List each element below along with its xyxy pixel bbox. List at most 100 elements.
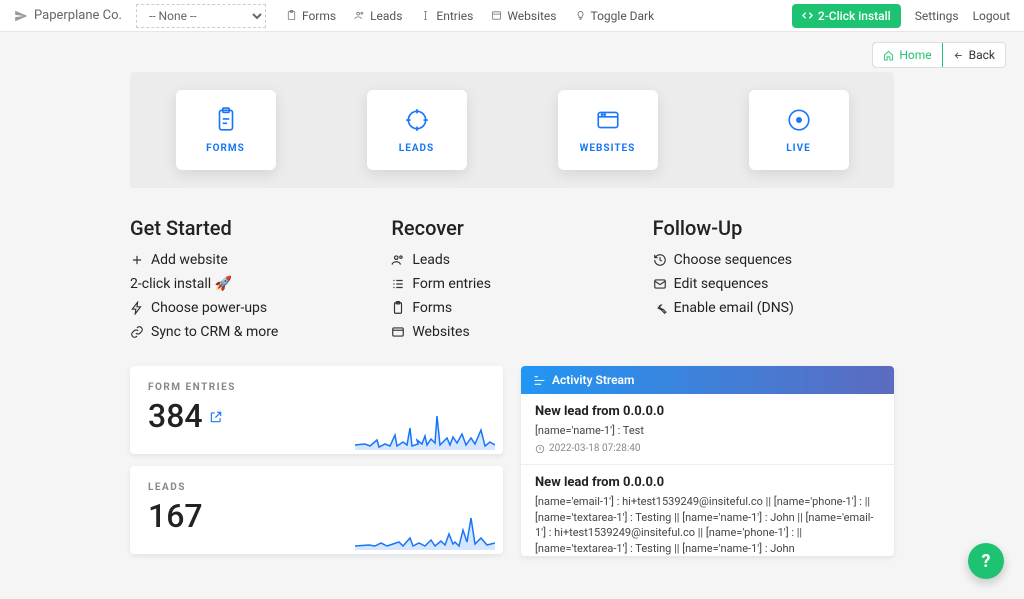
link-label: Leads [412,252,450,268]
hero-live[interactable]: LIVE [749,90,849,170]
activity-item-title: New lead from 0.0.0.0 [535,475,880,490]
plus-icon [130,253,144,267]
quick-links-columns: Get Started Add website 2-click install … [130,216,894,348]
users-icon [354,10,365,21]
hero-tiles: FORMS LEADS WEBSITES LIVE [130,72,894,188]
activity-item-body: [name='name-1'] : Test [535,423,880,438]
text-cursor-icon [420,10,431,21]
activity-item-title: New lead from 0.0.0.0 [535,404,880,419]
bolt-icon [130,301,144,315]
top-nav: Paperplane Co. -- None -- Forms Leads En… [0,0,1024,32]
link-edit-sequences[interactable]: Edit sequences [653,276,894,292]
mail-icon [653,277,667,291]
nav-item-label: Entries [436,9,473,23]
record-icon [786,107,812,133]
home-icon [883,50,894,61]
brand-text: Paperplane Co. [34,8,122,23]
site-select[interactable]: -- None -- [136,4,266,28]
clipboard-icon [391,301,405,315]
stat-form-entries[interactable]: FORM ENTRIES 384 [130,366,503,454]
stat-label: FORM ENTRIES [148,382,485,393]
nav-websites[interactable]: Websites [491,9,556,23]
stat-leads[interactable]: LEADS 167 [130,466,503,554]
link-label: Enable email (DNS) [674,300,794,316]
install-button[interactable]: 2-Click install [792,4,901,28]
activity-item-body: [name='email-1'] : hi+test1539249@insite… [535,494,880,556]
nav-toggle-dark[interactable]: Toggle Dark [575,9,655,23]
nav-settings[interactable]: Settings [915,9,959,23]
link-powerups[interactable]: Choose power-ups [130,300,371,316]
link-label: Choose sequences [674,252,792,268]
question-icon: ? [982,551,991,572]
link-label: Edit sequences [674,276,769,292]
col-followup: Follow-Up Choose sequences Edit sequence… [653,216,894,348]
link-websites[interactable]: Websites [391,324,632,340]
clipboard-icon [213,107,239,133]
activity-stream-title: Activity Stream [552,373,634,387]
nav-item-label: Websites [507,9,556,23]
nav-logout[interactable]: Logout [973,9,1010,23]
link-label: Websites [412,324,469,340]
arrow-left-icon [953,50,964,61]
stat-value: 167 [148,497,203,535]
help-fab[interactable]: ? [968,543,1004,579]
bulb-icon [575,10,586,21]
hero-card-label: LIVE [786,143,811,154]
link-label: Choose power-ups [151,300,267,316]
external-link-icon[interactable] [209,409,223,423]
crosshair-icon [404,107,430,133]
col-title: Recover [391,216,632,240]
link-choose-sequences[interactable]: Choose sequences [653,252,894,268]
link-add-website[interactable]: Add website [130,252,371,268]
window-icon [391,325,405,339]
link-label: Add website [151,252,228,268]
history-icon [653,253,667,267]
install-button-label: 2-Click install [818,9,891,23]
link-leads[interactable]: Leads [391,252,632,268]
stat-cards: FORM ENTRIES 384 LEADS 167 [130,366,503,556]
list-icon [391,277,405,291]
activity-stream-header: Activity Stream [521,366,894,394]
nav-items: Forms Leads Entries Websites Toggle Dark [286,9,654,23]
nav-entries[interactable]: Entries [420,9,473,23]
breadcrumb-back[interactable]: Back [943,43,1005,67]
nav-leads[interactable]: Leads [354,9,402,23]
col-title: Get Started [130,216,371,240]
activity-item[interactable]: New lead from 0.0.0.0 [name='email-1'] :… [521,465,894,556]
activity-item[interactable]: New lead from 0.0.0.0 [name='name-1'] : … [521,394,894,465]
activity-stream: Activity Stream New lead from 0.0.0.0 [n… [521,366,894,556]
nav-item-label: Toggle Dark [591,9,655,23]
sparkline-form-entries [355,410,495,450]
link-enable-email-dns[interactable]: Enable email (DNS) [653,300,894,316]
breadcrumb: Home Back [0,32,1024,72]
hero-card-label: LEADS [399,143,434,154]
paperplane-icon [14,9,28,23]
wrench-icon [653,301,667,315]
nav-forms[interactable]: Forms [286,9,336,23]
link-form-entries[interactable]: Form entries [391,276,632,292]
link-2click-install[interactable]: 2-click install 🚀 [130,276,371,292]
nav-right: 2-Click install Settings Logout [792,4,1010,28]
link-forms[interactable]: Forms [391,300,632,316]
clipboard-icon [286,10,297,21]
lower-grid: FORM ENTRIES 384 LEADS 167 Activity Stre… [130,366,894,556]
browser-icon [595,107,621,133]
activity-item-timestamp: 2022-03-18 07:28:40 [535,443,880,454]
hero-card-label: WEBSITES [580,143,636,154]
hero-card-label: FORMS [206,143,245,154]
sparkline-leads [355,510,495,550]
hero-forms[interactable]: FORMS [176,90,276,170]
link-icon [130,325,144,339]
link-label: Forms [412,300,452,316]
activity-scroll[interactable]: New lead from 0.0.0.0 [name='name-1'] : … [521,394,894,556]
stat-label: LEADS [148,482,485,493]
stream-icon [533,374,546,387]
link-label: 2-click install 🚀 [130,276,232,292]
breadcrumb-home[interactable]: Home [872,42,942,68]
brand: Paperplane Co. [14,8,122,23]
window-icon [491,10,502,21]
link-sync-crm[interactable]: Sync to CRM & more [130,324,371,340]
hero-leads[interactable]: LEADS [367,90,467,170]
hero-websites[interactable]: WEBSITES [558,90,658,170]
users-icon [391,253,405,267]
